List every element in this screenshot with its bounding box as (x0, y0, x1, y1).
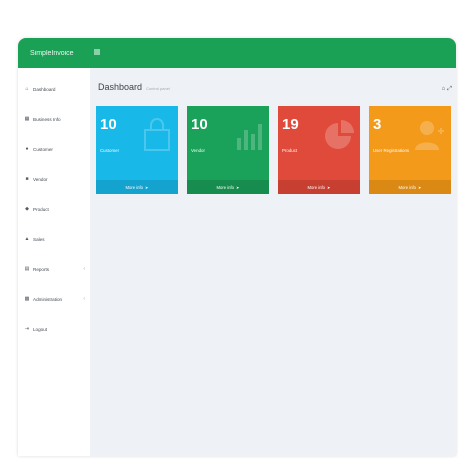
sidebar-item-sales[interactable]: ▲ Sales (18, 224, 90, 254)
page-title: Dashboard (98, 82, 143, 92)
building-icon: ▦ (24, 116, 30, 122)
chevron-left-icon: ‹ (83, 296, 85, 302)
sidebar-item-label: Administration (33, 296, 63, 302)
sidebar-item-customer[interactable]: ● Customer (18, 134, 90, 164)
more-info-label: More info (216, 184, 234, 190)
arrow-circle-right-icon: ➤ (326, 184, 331, 190)
tag-icon: ◆ (25, 206, 29, 212)
sidebar-item-label: Reports (33, 266, 50, 272)
arrow-circle-right-icon: ➤ (235, 184, 240, 190)
stat-box-user-registrations: 3 User Registrations More info ➤ (369, 106, 451, 194)
page-subtitle: Control panel (146, 86, 170, 91)
more-info-link[interactable]: More info ➤ (278, 180, 360, 194)
sidebar-item-reports[interactable]: ▤ Reports ‹ (18, 254, 90, 284)
sidebar-item-label: Logout (33, 326, 48, 332)
sidebar-item-label: Dashboard (33, 86, 56, 92)
stat-label: Vendor (191, 148, 205, 153)
stat-box-vendor: 10 Vendor More info ➤ (187, 106, 269, 194)
truck-icon: ■ (25, 176, 29, 182)
chevron-left-icon: ‹ (83, 266, 85, 272)
stat-label: Product (282, 148, 298, 153)
pie-chart-icon (325, 120, 354, 149)
resize-icon: ⤢ (447, 86, 452, 92)
sidebar-item-administration[interactable]: ▩ Administration ‹ (18, 284, 90, 314)
more-info-label: More info (125, 184, 143, 190)
sidebar-item-product[interactable]: ◆ Product (18, 194, 90, 224)
arrow-circle-right-icon: ➤ (417, 184, 422, 190)
users-icon: ● (25, 146, 29, 152)
bar-chart-icon (237, 124, 262, 150)
sidebar-item-label: Customer (33, 146, 53, 152)
main-content: Dashboard Control panel ⌂ ⤢ 10 Customer … (90, 68, 456, 456)
stat-box-product: 19 Product More info ➤ (278, 106, 360, 194)
sidebar-item-label: Product (33, 206, 49, 212)
app-window: SimpleInvoice ⌂ Dashboard ▦ Business Inf… (18, 38, 456, 456)
arrow-circle-right-icon: ➤ (144, 184, 149, 190)
breadcrumb: ⌂ ⤢ (442, 86, 452, 93)
sidebar-item-label: Business Info (33, 116, 61, 122)
user-add-icon (415, 121, 444, 150)
stat-label: Customer (100, 148, 120, 153)
stat-value: 3 (373, 116, 382, 133)
sidebar-item-dashboard[interactable]: ⌂ Dashboard (18, 74, 90, 104)
sidebar-item-logout[interactable]: ⇥ Logout (18, 314, 90, 344)
more-info-label: More info (398, 184, 416, 190)
admin-icon: ▩ (24, 296, 30, 302)
page-header: Dashboard Control panel (98, 82, 170, 92)
home-icon: ⌂ (25, 86, 29, 92)
more-info-link[interactable]: More info ➤ (187, 180, 269, 194)
sidebar-item-label: Vendor (33, 176, 48, 182)
sidebar-item-label: Sales (33, 236, 45, 242)
sidebar-item-vendor[interactable]: ■ Vendor (18, 164, 90, 194)
sidebar: ⌂ Dashboard ▦ Business Info ● Customer ■… (18, 68, 90, 456)
shopping-bag-icon (144, 118, 170, 151)
stat-box-customer: 10 Customer More info ➤ (96, 106, 178, 194)
brand-logo[interactable]: SimpleInvoice (18, 50, 90, 57)
stat-value: 19 (282, 116, 299, 133)
cart-icon: ▲ (24, 236, 30, 242)
more-info-link[interactable]: More info ➤ (369, 180, 451, 194)
more-info-label: More info (307, 184, 325, 190)
home-icon[interactable]: ⌂ (442, 86, 446, 93)
hamburger-icon[interactable] (94, 49, 100, 57)
top-navbar: SimpleInvoice (18, 38, 456, 68)
stat-value: 10 (100, 116, 117, 133)
stat-value: 10 (191, 116, 208, 133)
more-info-link[interactable]: More info ➤ (96, 180, 178, 194)
report-icon: ▤ (24, 266, 30, 272)
sidebar-item-business-info[interactable]: ▦ Business Info (18, 104, 90, 134)
stat-label: User Registrations (373, 148, 410, 153)
logout-icon: ⇥ (24, 326, 30, 332)
